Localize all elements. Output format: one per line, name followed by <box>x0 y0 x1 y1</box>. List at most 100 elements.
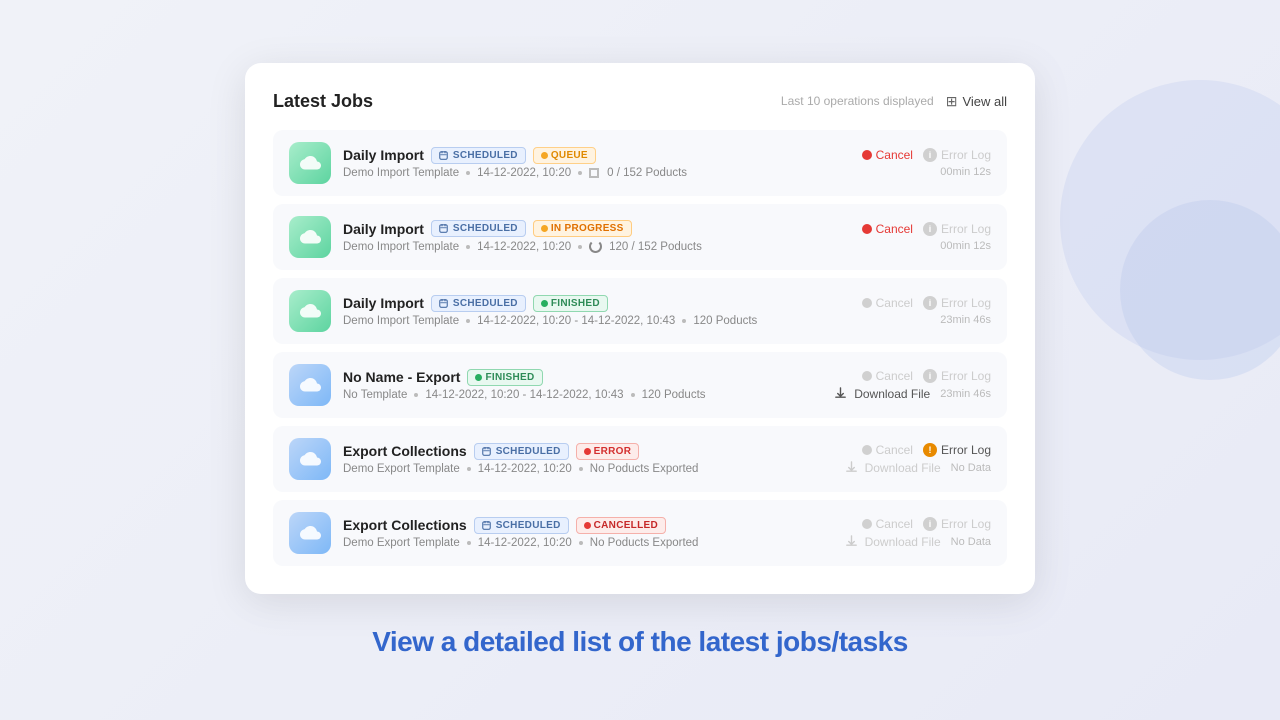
info-icon: i <box>923 148 937 162</box>
cancel-dot <box>862 150 872 160</box>
card-header-right: Last 10 operations displayed ⊞ View all <box>781 93 1007 110</box>
action-bottom-row: Download File No Data <box>845 535 991 549</box>
cancel-button: Cancel <box>862 296 913 310</box>
job-time: 00min 12s <box>940 240 991 252</box>
job-name: Daily Import <box>343 147 424 163</box>
job-date: 14-12-2022, 10:20 <box>477 241 571 253</box>
info-icon: i <box>923 296 937 310</box>
job-progress: 120 Poducts <box>693 315 757 327</box>
job-icon-green <box>289 142 331 184</box>
download-file-button: Download File <box>845 461 941 475</box>
job-row: Daily Import SCHEDULED IN PROGRESS Demo Imp… <box>273 204 1007 270</box>
job-meta: No Template 14-12-2022, 10:20 - 14-12-202… <box>343 389 799 401</box>
job-row: Export CollectionsSCHEDULEDERRORDemo Exp… <box>273 426 1007 492</box>
no-data-label: No Data <box>951 536 991 548</box>
badge-scheduled: SCHEDULED <box>431 220 526 237</box>
action-top-row: CanceliError Log <box>862 517 991 531</box>
job-template: Demo Export Template <box>343 463 460 475</box>
action-bottom-row: 00min 12s <box>940 166 991 178</box>
job-template: Demo Export Template <box>343 537 460 549</box>
progress-circle <box>589 168 599 178</box>
job-time: 23min 46s <box>940 388 991 400</box>
badge-cancelled: CANCELLED <box>576 517 666 534</box>
job-name: Daily Import <box>343 221 424 237</box>
info-icon: i <box>923 517 937 531</box>
badge-scheduled: SCHEDULED <box>474 443 569 460</box>
job-meta: Demo Import Template14-12-2022, 10:20 - … <box>343 315 799 327</box>
job-date: 14-12-2022, 10:20 - 14-12-2022, 10:43 <box>425 389 623 401</box>
cancel-button[interactable]: Cancel <box>862 222 913 236</box>
action-bottom-row: 00min 12s <box>940 240 991 252</box>
job-name: Export Collections <box>343 517 467 533</box>
job-time: 23min 46s <box>940 314 991 326</box>
cancel-button: Cancel <box>862 517 913 531</box>
job-name: No Name - Export <box>343 369 460 385</box>
job-row: No Name - Export FINISHED No Template 14-12… <box>273 352 1007 418</box>
job-date: 14-12-2022, 10:20 <box>478 463 572 475</box>
action-top-row: Cancel iError Log <box>862 369 991 383</box>
download-file-button[interactable]: Download File <box>834 387 930 401</box>
card-header: Latest Jobs Last 10 operations displayed… <box>273 91 1007 112</box>
job-progress: 0 / 152 Poducts <box>607 167 687 179</box>
error-log-button: iError Log <box>923 222 991 236</box>
job-meta: Demo Import Template14-12-2022, 10:200 /… <box>343 167 799 179</box>
job-name: Export Collections <box>343 443 467 459</box>
job-template: Demo Import Template <box>343 241 459 253</box>
info-icon: ! <box>923 443 937 457</box>
cancel-dot <box>862 371 872 381</box>
cancel-button: Cancel <box>862 369 913 383</box>
job-progress: No Poducts Exported <box>590 537 699 549</box>
job-main: Daily Import SCHEDULED FINISHED Demo Import… <box>343 295 799 327</box>
action-bottom-row: 23min 46s <box>940 314 991 326</box>
badge-finished: FINISHED <box>467 369 542 386</box>
job-actions: CanceliError Log 23min 46s <box>811 296 991 326</box>
cancel-button: Cancel <box>862 443 913 457</box>
cancel-button[interactable]: Cancel <box>862 148 913 162</box>
download-file-button: Download File <box>845 535 941 549</box>
action-top-row: Cancel iError Log <box>862 222 991 236</box>
action-top-row: Cancel iError Log <box>862 148 991 162</box>
job-main: Export CollectionsSCHEDULEDERRORDemo Exp… <box>343 443 799 475</box>
cancel-dot <box>862 224 872 234</box>
info-icon: i <box>923 222 937 236</box>
action-bottom-row: Download FileNo Data <box>845 461 991 475</box>
job-actions: CanceliError Log Download File No Data <box>811 517 991 549</box>
job-template: No Template <box>343 389 407 401</box>
cancel-dot <box>862 519 872 529</box>
error-log-button: iError Log <box>923 369 991 383</box>
view-all-button[interactable]: ⊞ View all <box>946 93 1007 110</box>
bottom-caption: View a detailed list of the latest jobs/… <box>372 626 908 658</box>
badge-scheduled: SCHEDULED <box>431 295 526 312</box>
job-progress: 120 / 152 Poducts <box>609 241 702 253</box>
job-icon-blue <box>289 438 331 480</box>
badge-scheduled: SCHEDULED <box>474 517 569 534</box>
job-row: Export Collections SCHEDULED CANCELLED Demo… <box>273 500 1007 566</box>
job-icon-green <box>289 290 331 332</box>
badge-scheduled: SCHEDULED <box>431 147 526 164</box>
main-card: Latest Jobs Last 10 operations displayed… <box>245 63 1035 594</box>
job-main: Daily Import SCHEDULED IN PROGRESS Demo Imp… <box>343 220 799 253</box>
job-time: 00min 12s <box>940 166 991 178</box>
job-progress: No Poducts Exported <box>590 463 699 475</box>
job-meta: Demo Import Template 14-12-2022, 10:20 120… <box>343 240 799 253</box>
job-actions: Cancel !Error Log Download FileNo Data <box>811 443 991 475</box>
job-date: 14-12-2022, 10:20 - 14-12-2022, 10:43 <box>477 315 675 327</box>
badge-in-progress: IN PROGRESS <box>533 220 632 237</box>
action-top-row: CanceliError Log <box>862 296 991 310</box>
job-name: Daily Import <box>343 295 424 311</box>
job-icon-blue <box>289 512 331 554</box>
progress-spinner <box>589 240 602 253</box>
job-template: Demo Import Template <box>343 167 459 179</box>
job-actions: Cancel iError Log Download File 23min 46s <box>811 369 991 401</box>
job-main: Daily ImportSCHEDULEDQUEUEDemo Import Te… <box>343 147 799 179</box>
job-row: Daily Import SCHEDULED FINISHED Demo Import… <box>273 278 1007 344</box>
job-main: Export Collections SCHEDULED CANCELLED Demo… <box>343 517 799 549</box>
error-log-button[interactable]: !Error Log <box>923 443 991 457</box>
error-log-button: iError Log <box>923 148 991 162</box>
job-meta: Demo Export Template 14-12-2022, 10:20 No … <box>343 463 799 475</box>
grid-icon: ⊞ <box>946 93 958 110</box>
cancel-dot <box>862 298 872 308</box>
action-bottom-row: Download File 23min 46s <box>834 387 991 401</box>
job-date: 14-12-2022, 10:20 <box>478 537 572 549</box>
badge-finished: FINISHED <box>533 295 608 312</box>
